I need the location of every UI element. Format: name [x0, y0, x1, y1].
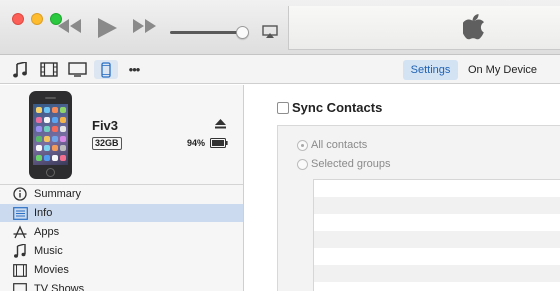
info-circle-icon [12, 187, 28, 201]
sidebar-item-info[interactable]: Info [0, 204, 243, 222]
list-item [314, 197, 560, 214]
sidebar-item-label: Summary [34, 188, 82, 200]
play-icon[interactable] [96, 18, 118, 41]
film-icon [12, 263, 28, 277]
window-minimize-button[interactable] [31, 13, 43, 25]
main-pane: Sync Contacts All contacts Selected grou… [245, 85, 560, 291]
selected-groups-radio[interactable] [297, 159, 308, 170]
iphone-icon[interactable] [94, 60, 118, 79]
sidebar-item-label: Music [34, 245, 63, 257]
sidebar-item-label: TV Shows [34, 283, 85, 291]
device-sidebar: Fiv3 32GB 94% Summary Info Apps Music Mo… [0, 85, 244, 291]
settings-tab[interactable]: Settings [403, 60, 458, 80]
fast-forward-icon[interactable] [132, 19, 156, 36]
device-name: Fiv3 [92, 118, 119, 133]
sync-contacts-title: Sync Contacts [292, 100, 383, 115]
music-icon[interactable] [10, 60, 30, 79]
apps-icon [12, 225, 28, 239]
groups-list[interactable] [313, 179, 560, 291]
on-my-device-tab[interactable]: On My Device [465, 60, 540, 80]
sidebar-item-music[interactable]: Music [0, 242, 243, 260]
all-contacts-label: All contacts [311, 139, 368, 151]
tv-icon [12, 282, 28, 291]
list-item [314, 180, 560, 197]
sidebar-item-movies[interactable]: Movies [0, 261, 243, 279]
battery-icon [210, 138, 228, 151]
sidebar-item-tv-shows[interactable]: TV Shows [0, 280, 243, 291]
music-note-icon [12, 244, 28, 258]
airplay-icon[interactable] [262, 25, 278, 42]
battery-percentage: 94% [187, 138, 206, 148]
sidebar-item-label: Info [34, 207, 53, 219]
status-display [288, 6, 560, 50]
tv-icon[interactable] [66, 60, 88, 79]
volume-slider[interactable] [170, 31, 245, 34]
list-icon [12, 206, 28, 220]
window-close-button[interactable] [12, 13, 24, 25]
movies-icon[interactable] [38, 60, 60, 79]
more-icon[interactable]: ••• [124, 60, 144, 79]
sync-contacts-checkbox[interactable] [277, 102, 289, 114]
sidebar-item-label: Movies [34, 264, 69, 276]
list-item [314, 265, 560, 282]
rewind-icon[interactable] [58, 19, 82, 36]
apple-logo-icon [461, 14, 485, 43]
all-contacts-radio[interactable] [297, 140, 308, 151]
list-item [314, 248, 560, 265]
sidebar-item-summary[interactable]: Summary [0, 185, 243, 203]
sidebar-item-apps[interactable]: Apps [0, 223, 243, 241]
list-item [314, 231, 560, 248]
sidebar-item-label: Apps [34, 226, 60, 238]
eject-icon[interactable] [215, 119, 226, 132]
contacts-options-panel: All contacts Selected groups [277, 125, 560, 291]
selected-groups-label: Selected groups [311, 158, 391, 170]
volume-knob[interactable] [236, 26, 249, 39]
device-image [29, 91, 72, 179]
title-bar [0, 0, 560, 55]
list-item [314, 214, 560, 231]
media-toolbar: ••• Settings On My Device [0, 55, 560, 84]
capacity-badge: 32GB [92, 137, 122, 150]
